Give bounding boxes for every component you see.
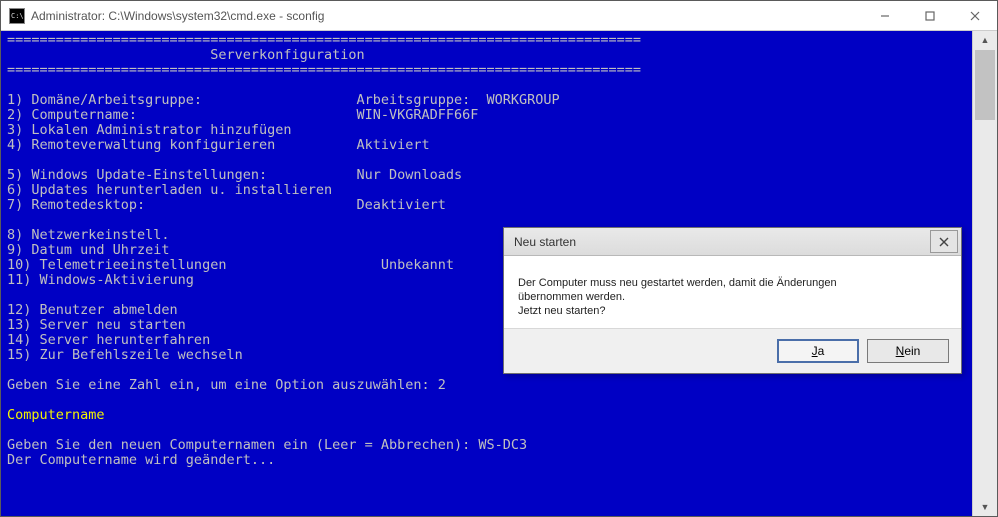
dialog-title-text: Neu starten [514,235,576,249]
dialog-message-line: übernommen werden. [518,290,947,304]
scroll-thumb[interactable] [975,50,995,120]
titlebar[interactable]: Administrator: C:\Windows\system32\cmd.e… [1,1,997,31]
scroll-up-icon[interactable]: ▲ [973,31,997,49]
dialog-message-line: Jetzt neu starten? [518,304,947,318]
cmd-icon [9,8,25,24]
window-title: Administrator: C:\Windows\system32\cmd.e… [31,9,862,23]
window-controls [862,1,997,31]
close-button[interactable] [952,1,997,31]
yes-button[interactable]: Ja [777,339,859,363]
maximize-button[interactable] [907,1,952,31]
minimize-button[interactable] [862,1,907,31]
vertical-scrollbar[interactable]: ▲ ▼ [972,31,997,516]
dialog-body: Der Computer muss neu gestartet werden, … [504,256,961,328]
scroll-down-icon[interactable]: ▼ [973,498,997,516]
dialog-titlebar[interactable]: Neu starten [504,228,961,256]
dialog-close-button[interactable] [930,230,958,253]
no-button[interactable]: Nein [867,339,949,363]
restart-dialog: Neu starten Der Computer muss neu gestar… [503,227,962,374]
dialog-button-row: Ja Nein [504,328,961,373]
dialog-message-line: Der Computer muss neu gestartet werden, … [518,276,947,290]
